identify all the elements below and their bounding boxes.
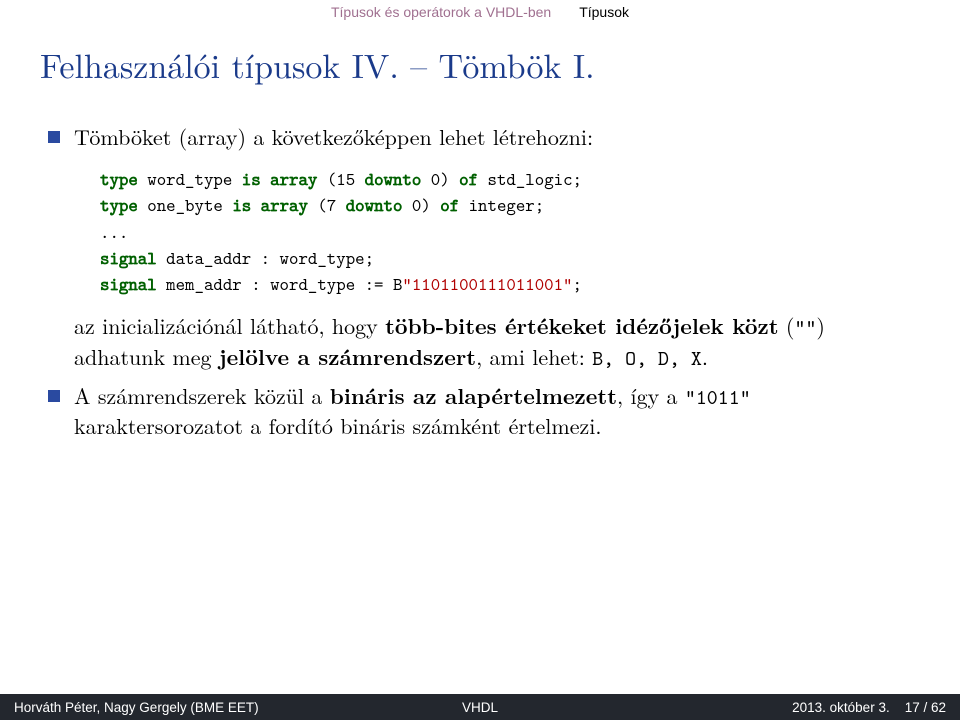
bullet-1-note: az inicializációnál látható, hogy több-b…	[74, 311, 912, 373]
breadcrumb-section: Típusok és operátorok a VHDL-ben	[331, 4, 551, 20]
footer-right: 2013. október 3. 17 / 62	[635, 700, 960, 715]
footer-title: VHDL	[325, 700, 636, 715]
bullet-1-intro: Tömböket (array) a következőképpen lehet…	[74, 122, 912, 152]
page-title: Felhasználói típusok IV. – Tömbök I.	[40, 40, 960, 88]
bullet-2: A számrendszerek közül a bináris az alap…	[48, 381, 912, 442]
bullet-2-text: A számrendszerek közül a bináris az alap…	[74, 381, 912, 442]
footer-date: 2013. október 3.	[792, 700, 890, 715]
bullet-1: Tömböket (array) a következőképpen lehet…	[48, 122, 912, 373]
bullet-icon	[48, 390, 60, 402]
footer-page: 17 / 62	[905, 700, 946, 715]
content: Tömböket (array) a következőképpen lehet…	[48, 122, 912, 442]
breadcrumb-subsection: Típusok	[579, 4, 629, 20]
breadcrumb: Típusok és operátorok a VHDL-ben Típusok	[0, 0, 960, 22]
bullet-icon	[48, 131, 60, 143]
footer: Horváth Péter, Nagy Gergely (BME EET) VH…	[0, 694, 960, 720]
code-block: type word_type is array (15 downto 0) of…	[100, 166, 912, 296]
footer-author: Horváth Péter, Nagy Gergely (BME EET)	[0, 700, 325, 715]
